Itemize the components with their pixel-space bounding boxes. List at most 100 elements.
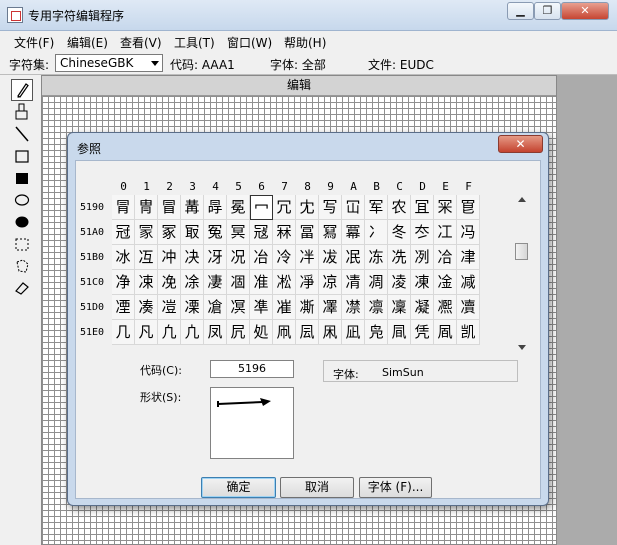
char-cell[interactable]: 冔 bbox=[204, 195, 227, 220]
char-cell[interactable]: 凘 bbox=[296, 295, 319, 320]
code-field[interactable]: 5196 bbox=[210, 360, 294, 378]
font-button[interactable]: 字体 (F)... bbox=[359, 477, 432, 498]
char-cell[interactable]: 凁 bbox=[135, 270, 158, 295]
char-cell[interactable]: 凪 bbox=[342, 320, 365, 345]
char-cell[interactable]: 凔 bbox=[204, 295, 227, 320]
char-cell[interactable]: 凂 bbox=[158, 270, 181, 295]
close-button[interactable]: ✕ bbox=[561, 2, 609, 20]
char-cell[interactable]: 冽 bbox=[411, 245, 434, 270]
char-cell[interactable]: 冧 bbox=[273, 220, 296, 245]
char-cell[interactable]: 冩 bbox=[319, 220, 342, 245]
minimize-button[interactable]: ▁ bbox=[507, 2, 534, 20]
menu-tools[interactable]: 工具(T) bbox=[174, 34, 215, 51]
dialog-close-button[interactable]: ✕ bbox=[498, 135, 543, 153]
char-cell[interactable]: 冬 bbox=[388, 220, 411, 245]
char-cell[interactable]: 冷 bbox=[273, 245, 296, 270]
char-cell[interactable]: 凖 bbox=[250, 295, 273, 320]
char-cell[interactable]: 冼 bbox=[388, 245, 411, 270]
char-cell[interactable]: 冿 bbox=[457, 245, 480, 270]
char-cell[interactable]: 凤 bbox=[204, 320, 227, 345]
char-cell[interactable]: 凎 bbox=[434, 270, 457, 295]
menu-window[interactable]: 窗口(W) bbox=[227, 34, 272, 51]
char-cell[interactable]: 净 bbox=[112, 270, 135, 295]
char-cell[interactable]: 凢 bbox=[158, 320, 181, 345]
char-cell[interactable]: 凌 bbox=[388, 270, 411, 295]
ok-button[interactable]: 确定 bbox=[201, 477, 276, 498]
char-cell[interactable]: 冑 bbox=[135, 195, 158, 220]
char-cell[interactable]: 冦 bbox=[250, 220, 273, 245]
char-cell[interactable]: 凄 bbox=[204, 270, 227, 295]
char-cell[interactable]: 凑 bbox=[135, 295, 158, 320]
char-cell[interactable]: 凓 bbox=[181, 295, 204, 320]
char-cell[interactable]: 冒 bbox=[158, 195, 181, 220]
menu-help[interactable]: 帮助(H) bbox=[284, 34, 326, 51]
cancel-button[interactable]: 取消 bbox=[280, 477, 354, 498]
char-cell[interactable]: 军 bbox=[365, 195, 388, 220]
char-cell[interactable]: 冡 bbox=[135, 220, 158, 245]
char-cell[interactable]: 凫 bbox=[365, 320, 388, 345]
char-cell[interactable]: 凨 bbox=[296, 320, 319, 345]
char-cell[interactable]: 凮 bbox=[434, 320, 457, 345]
maximize-button[interactable]: ❐ bbox=[534, 2, 561, 20]
hollow-rect-icon[interactable] bbox=[11, 145, 33, 167]
char-cell[interactable]: 凥 bbox=[227, 320, 250, 345]
char-cell[interactable]: 凒 bbox=[158, 295, 181, 320]
char-cell[interactable]: 冱 bbox=[135, 245, 158, 270]
char-cell[interactable]: 凞 bbox=[434, 295, 457, 320]
char-cell[interactable]: 冺 bbox=[342, 245, 365, 270]
char-cell[interactable]: 凃 bbox=[181, 270, 204, 295]
char-cell[interactable]: 冤 bbox=[204, 220, 227, 245]
eraser-icon[interactable] bbox=[11, 277, 33, 299]
char-cell[interactable]: 処 bbox=[250, 320, 273, 345]
char-cell[interactable]: 凛 bbox=[365, 295, 388, 320]
char-cell[interactable]: 农 bbox=[388, 195, 411, 220]
char-cell[interactable]: 凊 bbox=[342, 270, 365, 295]
char-cell[interactable]: 冫 bbox=[365, 220, 388, 245]
char-cell[interactable]: 冹 bbox=[319, 245, 342, 270]
menu-edit[interactable]: 编辑(E) bbox=[67, 34, 108, 51]
char-cell[interactable]: 凅 bbox=[227, 270, 250, 295]
char-cell[interactable]: 凇 bbox=[273, 270, 296, 295]
char-cell[interactable]: 写 bbox=[319, 195, 342, 220]
rect-select-icon[interactable] bbox=[11, 233, 33, 255]
char-cell[interactable]: 减 bbox=[457, 270, 480, 295]
char-cell[interactable]: 凧 bbox=[273, 320, 296, 345]
char-cell[interactable]: 冐 bbox=[112, 195, 135, 220]
char-cell[interactable]: 凜 bbox=[388, 295, 411, 320]
scroll-down-icon[interactable] bbox=[518, 345, 526, 350]
char-cell[interactable]: 冕 bbox=[227, 195, 250, 220]
char-cell[interactable]: 冨 bbox=[296, 220, 319, 245]
char-cell[interactable]: 冠 bbox=[112, 220, 135, 245]
char-cell[interactable]: 凝 bbox=[411, 295, 434, 320]
charset-select[interactable]: ChineseGBK bbox=[55, 54, 163, 72]
char-cell[interactable]: 凐 bbox=[112, 295, 135, 320]
menu-view[interactable]: 查看(V) bbox=[120, 34, 162, 51]
char-cell[interactable]: 冘 bbox=[296, 195, 319, 220]
char-cell[interactable]: 冝 bbox=[411, 195, 434, 220]
hollow-ellipse-icon[interactable] bbox=[11, 189, 33, 211]
menu-file[interactable]: 文件(F) bbox=[14, 34, 54, 51]
scroll-thumb[interactable] bbox=[515, 243, 528, 260]
scroll-up-icon[interactable] bbox=[518, 197, 526, 202]
char-cell[interactable]: 冚 bbox=[342, 195, 365, 220]
char-cell[interactable]: 冞 bbox=[434, 195, 457, 220]
char-cell[interactable]: 凍 bbox=[411, 270, 434, 295]
char-cell[interactable]: 冗 bbox=[273, 195, 296, 220]
char-cell[interactable]: 凯 bbox=[457, 320, 480, 345]
filled-ellipse-icon[interactable] bbox=[11, 211, 33, 233]
char-cell[interactable]: 冾 bbox=[434, 245, 457, 270]
char-cell[interactable]: 冯 bbox=[457, 220, 480, 245]
char-cell[interactable]: 冻 bbox=[365, 245, 388, 270]
pencil-icon[interactable] bbox=[11, 79, 33, 101]
char-cell[interactable]: 冓 bbox=[181, 195, 204, 220]
filled-rect-icon[interactable] bbox=[11, 167, 33, 189]
char-cell[interactable]: 冸 bbox=[296, 245, 319, 270]
char-cell[interactable]: 几 bbox=[112, 320, 135, 345]
char-cell[interactable]: 冪 bbox=[342, 220, 365, 245]
char-cell[interactable]: 凩 bbox=[319, 320, 342, 345]
char-cell[interactable]: 况 bbox=[227, 245, 250, 270]
char-cell[interactable]: 冶 bbox=[250, 245, 273, 270]
char-cell[interactable]: 冲 bbox=[158, 245, 181, 270]
char-cell[interactable]: 冥 bbox=[227, 220, 250, 245]
char-cell[interactable]: 凗 bbox=[273, 295, 296, 320]
